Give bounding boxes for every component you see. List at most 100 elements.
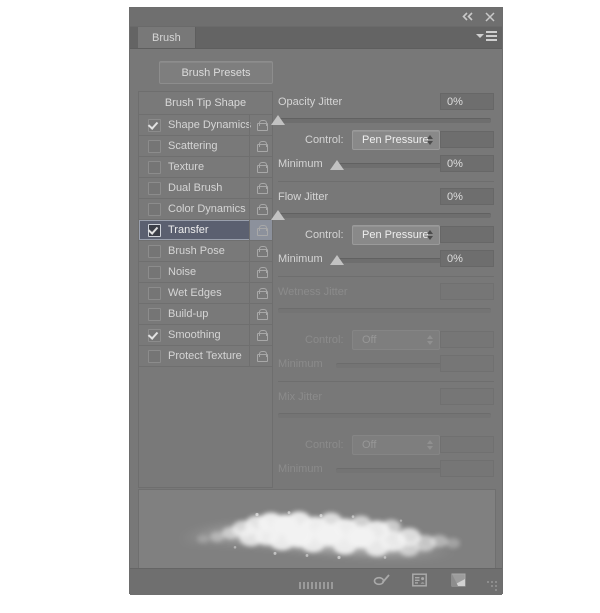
brush-option-checkbox[interactable]	[148, 223, 161, 237]
wetness-jitter-minimum-track	[336, 363, 456, 368]
panel-footer-icons	[373, 573, 468, 590]
unlocked-icon	[256, 245, 268, 257]
brush-option-lock-cell[interactable]	[249, 178, 272, 198]
panel-tab-strip: Brush	[130, 27, 502, 49]
wetness-jitter-label: Wetness Jitter	[278, 286, 348, 298]
brush-option-checkbox[interactable]	[148, 202, 161, 216]
unlocked-icon	[256, 329, 268, 341]
opacity-jitter-minimum-value[interactable]: 0%	[440, 155, 494, 172]
brush-option-checkbox[interactable]	[148, 160, 161, 174]
toggle-brush-options-icon[interactable]	[373, 573, 390, 590]
brush-option-lock-cell[interactable]	[249, 325, 272, 345]
new-preset-icon[interactable]	[412, 573, 429, 590]
brush-option-row[interactable]: Transfer	[139, 220, 272, 241]
mix-jitter-minimum-value	[440, 460, 494, 477]
brush-option-row[interactable]: Color Dynamics	[139, 199, 272, 220]
opacity-jitter-handle[interactable]	[271, 115, 285, 125]
flow-jitter-minimum-value[interactable]: 0%	[440, 250, 494, 267]
tab-brush[interactable]: Brush	[138, 27, 196, 48]
brush-option-lock-cell[interactable]	[249, 346, 272, 366]
brush-option-checkbox[interactable]	[148, 349, 161, 363]
brush-option-lock-cell[interactable]	[249, 115, 272, 135]
opacity-jitter-control-select[interactable]: Pen Pressure	[352, 130, 440, 150]
brush-option-checkbox[interactable]	[148, 307, 161, 321]
resize-grip-icon[interactable]	[485, 579, 497, 591]
opacity-jitter-minimum-handle[interactable]	[330, 160, 344, 170]
flow-jitter-minimum-row: Minimum 0%	[278, 248, 494, 270]
unlocked-icon	[256, 287, 268, 299]
unlocked-icon	[256, 308, 268, 320]
mix-jitter-slider	[278, 408, 494, 424]
brush-option-lock-cell[interactable]	[249, 262, 272, 282]
brush-option-row[interactable]: Texture	[139, 157, 272, 178]
mix-jitter-minimum-track	[336, 468, 456, 473]
brush-option-row[interactable]: Build-up	[139, 304, 272, 325]
brush-option-lock-cell[interactable]	[249, 199, 272, 219]
flow-jitter-control-select[interactable]: Pen Pressure	[352, 225, 440, 245]
brush-option-row[interactable]: Protect Texture	[139, 346, 272, 367]
flow-jitter-minimum-handle[interactable]	[330, 255, 344, 265]
brush-panel: Brush Brush Presets Brush Tip Shape Shap…	[130, 8, 502, 595]
tab-brush-label: Brush	[152, 31, 181, 44]
double-left-arrow-icon[interactable]	[461, 10, 474, 23]
brush-option-row[interactable]: Smoothing	[139, 325, 272, 346]
brush-option-row[interactable]: Noise	[139, 262, 272, 283]
brush-option-lock-cell[interactable]	[249, 283, 272, 303]
brush-tip-shape-header[interactable]: Brush Tip Shape	[139, 92, 272, 115]
mix-jitter-minimum-label: Minimum	[278, 463, 323, 475]
flow-jitter-minimum-track[interactable]	[336, 258, 456, 263]
brush-option-row[interactable]: Scattering	[139, 136, 272, 157]
brush-options-list[interactable]: Brush Tip Shape Shape Dynamics Scattering…	[138, 91, 273, 488]
brush-option-checkbox[interactable]	[148, 328, 161, 342]
brush-options-rows: Shape Dynamics Scattering Texture Dual Brus…	[139, 115, 272, 367]
wetness-jitter-value	[440, 283, 494, 300]
flow-jitter-slider[interactable]	[271, 208, 494, 224]
opacity-jitter-control-row: Control: Pen Pressure	[278, 129, 494, 153]
brush-option-row[interactable]: Shape Dynamics	[139, 115, 272, 136]
opacity-jitter-track[interactable]	[278, 118, 491, 123]
brush-tip-shape-label: Brush Tip Shape	[164, 97, 247, 109]
chevron-updown-icon	[427, 335, 433, 345]
wetness-jitter-slider	[278, 303, 494, 319]
brush-option-lock-cell[interactable]	[249, 157, 272, 177]
flow-jitter-control-numbox[interactable]	[440, 226, 494, 243]
brush-option-row[interactable]: Wet Edges	[139, 283, 272, 304]
brush-presets-button[interactable]: Brush Presets	[159, 61, 273, 84]
opacity-jitter-control-numbox[interactable]	[440, 131, 494, 148]
wetness-jitter-minimum-row: Minimum	[278, 353, 494, 375]
brush-option-lock-cell[interactable]	[249, 241, 272, 261]
brush-option-checkbox[interactable]	[148, 265, 161, 279]
brush-option-checkbox[interactable]	[148, 244, 161, 258]
unlocked-icon	[256, 350, 268, 362]
opacity-jitter-slider[interactable]	[271, 113, 494, 129]
brush-option-label: Transfer	[168, 224, 209, 236]
divider	[278, 276, 494, 277]
brush-option-row[interactable]: Brush Pose	[139, 241, 272, 262]
opacity-jitter-value[interactable]: 0%	[440, 93, 494, 110]
brush-option-lock-cell[interactable]	[249, 220, 272, 240]
brush-option-checkbox[interactable]	[148, 139, 161, 153]
flow-jitter-value[interactable]: 0%	[440, 188, 494, 205]
mix-jitter-control-row: Control: Off	[278, 434, 494, 458]
brush-option-row[interactable]: Dual Brush	[139, 178, 272, 199]
flow-jitter-handle[interactable]	[271, 210, 285, 220]
brush-option-checkbox[interactable]	[148, 286, 161, 300]
opacity-jitter-control-label: Control:	[305, 134, 344, 146]
brush-option-checkbox[interactable]	[148, 118, 161, 132]
opacity-jitter-minimum-track[interactable]	[336, 163, 456, 168]
mix-jitter-row: Mix Jitter	[278, 386, 494, 408]
panel-menu-icon[interactable]	[476, 31, 497, 41]
brush-option-label: Protect Texture	[168, 350, 242, 362]
brush-option-lock-cell[interactable]	[249, 136, 272, 156]
brush-option-label: Scattering	[168, 140, 218, 152]
drag-grip-icon[interactable]	[299, 582, 333, 589]
new-brush-icon[interactable]	[451, 573, 468, 590]
wetness-jitter-row: Wetness Jitter	[278, 281, 494, 303]
wetness-jitter-control-row: Control: Off	[278, 329, 494, 353]
brush-option-label: Texture	[168, 161, 205, 173]
close-icon[interactable]	[483, 10, 496, 23]
opacity-jitter-control-value: Pen Pressure	[362, 134, 429, 146]
brush-option-checkbox[interactable]	[148, 181, 161, 195]
brush-option-lock-cell[interactable]	[249, 304, 272, 324]
flow-jitter-track[interactable]	[278, 213, 491, 218]
